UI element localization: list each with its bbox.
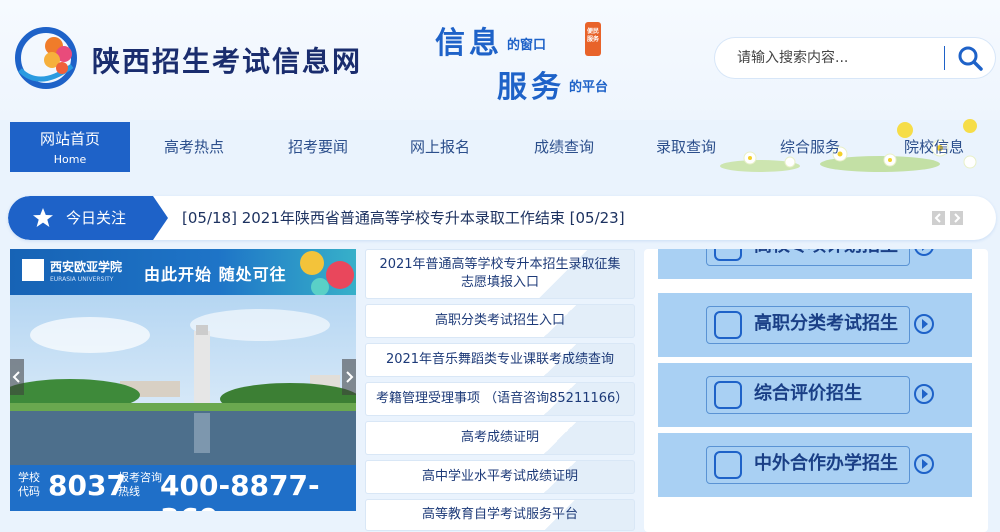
- chevron-right-icon: [954, 213, 961, 223]
- slogan: 信息 的窗口 服务 的平台 便民服务: [435, 18, 635, 105]
- link-gaokao-certificate[interactable]: 高考成绩证明: [366, 422, 634, 454]
- slogan-line2-small: 的平台: [569, 80, 609, 95]
- chevron-right-icon: [346, 371, 354, 383]
- tile-label: 综合评价招生: [754, 383, 862, 404]
- banner-footer: 学校代码 8037 报考咨询热线 400-8877-369: [10, 465, 356, 511]
- nav-item-scores[interactable]: 成绩查询: [504, 122, 624, 172]
- ticker-label-text: 今日关注: [66, 209, 127, 227]
- search-divider: [944, 46, 945, 70]
- banner-next-button[interactable]: [342, 359, 356, 395]
- school-logo-icon: [22, 259, 44, 281]
- nav-item-hot[interactable]: 高考热点: [134, 122, 254, 172]
- search-box: [715, 38, 995, 78]
- banner-prev-button[interactable]: [10, 359, 24, 395]
- arrow-right-circle-icon: [914, 314, 934, 334]
- balls-decoration: [300, 251, 354, 295]
- slogan-line1-small: 的窗口: [507, 38, 547, 53]
- slogan-line1: 信息: [435, 26, 503, 61]
- link-registry-affairs[interactable]: 考籍管理受理事项 （语音咨询85211166）: [366, 383, 634, 415]
- document-icon: [714, 381, 742, 409]
- document-icon: [714, 451, 742, 479]
- tile-label: 高校专项计划招生: [754, 249, 898, 257]
- ticker-label: 今日关注: [8, 196, 168, 240]
- banner-slogan: 由此开始 随处可往: [144, 265, 287, 284]
- link-self-study-platform[interactable]: 高等教育自学考试服务平台: [366, 500, 634, 530]
- arrow-right-circle-icon: [914, 454, 934, 474]
- search-icon[interactable]: [955, 44, 985, 72]
- nav-item-news[interactable]: 招考要闻: [258, 122, 378, 172]
- site-title: 陕西招生考试信息网: [92, 45, 363, 78]
- nav-item-colleges[interactable]: 院校信息: [874, 122, 994, 172]
- ticker-next-button[interactable]: [950, 211, 963, 225]
- nav-item-register[interactable]: 网上报名: [380, 122, 500, 172]
- tile-vocational[interactable]: 高职分类考试招生: [658, 293, 972, 357]
- arrow-right-circle-icon: [914, 384, 934, 404]
- chevron-left-icon: [934, 213, 941, 223]
- link-zhuanshengben-entry[interactable]: 2021年普通高等学校专升本招生录取征集志愿填报入口: [366, 250, 634, 298]
- banner-school-name: 西安欧亚学院: [50, 260, 123, 274]
- document-icon: [714, 311, 742, 339]
- slogan-line2: 服务: [497, 70, 565, 105]
- school-code: 8037: [48, 469, 126, 502]
- ad-banner[interactable]: 西安欧亚学院 EURASIA UNIVERSITY 由此开始 随处可往 学校代码…: [10, 249, 356, 511]
- tile-sino-foreign[interactable]: 中外合作办学招生: [658, 433, 972, 497]
- seal-stamp: 便民服务: [585, 22, 601, 56]
- document-icon: [714, 249, 742, 261]
- school-code-label: 学校代码: [18, 471, 40, 498]
- star-icon: [33, 208, 53, 227]
- main-nav: 网站首页 Home 高考热点 招考要闻 网上报名 成绩查询 录取查询 综合服务 …: [0, 120, 1000, 172]
- nav-item-sub: Home: [53, 153, 87, 166]
- arrow-right-circle-icon: [914, 249, 934, 256]
- tile-label: 高职分类考试招生: [754, 313, 898, 334]
- campus-photo: [10, 295, 356, 465]
- nav-item-services[interactable]: 综合服务: [750, 122, 870, 172]
- link-music-dance-scores[interactable]: 2021年音乐舞蹈类专业课联考成绩查询: [366, 344, 634, 376]
- header: 陕西招生考试信息网 信息 的窗口 服务 的平台 便民服务: [0, 0, 1000, 120]
- enrollment-panel: 高校专项计划招生 高职分类考试招生 综合评价招生 中外合作办学招生: [644, 249, 988, 532]
- link-vocational-entry[interactable]: 高职分类考试招生入口: [366, 305, 634, 337]
- nav-item-label: 网站首页: [39, 130, 100, 148]
- news-ticker: 今日关注 [05/18] 2021年陕西省普通高等学校专升本录取工作结束 [05…: [8, 196, 996, 240]
- hotline-number: 400-8877-369: [160, 469, 320, 511]
- site-logo-icon[interactable]: [10, 24, 82, 90]
- ticker-news-link[interactable]: [05/18] 2021年陕西省普通高等学校专升本录取工作结束 [05/23]: [182, 196, 922, 240]
- tile-comprehensive[interactable]: 综合评价招生: [658, 363, 972, 427]
- nav-item-home[interactable]: 网站首页 Home: [10, 122, 130, 172]
- tile-label: 中外合作办学招生: [754, 453, 898, 474]
- chevron-left-icon: [12, 371, 20, 383]
- banner-header: 西安欧亚学院 EURASIA UNIVERSITY 由此开始 随处可往: [10, 249, 356, 295]
- nav-item-admission[interactable]: 录取查询: [626, 122, 746, 172]
- link-proficiency-certificate[interactable]: 高中学业水平考试成绩证明: [366, 461, 634, 493]
- ticker-prev-button[interactable]: [932, 211, 945, 225]
- banner-school-en: EURASIA UNIVERSITY: [50, 276, 114, 283]
- search-input[interactable]: [737, 46, 947, 70]
- tile-special-plan[interactable]: 高校专项计划招生: [658, 249, 972, 279]
